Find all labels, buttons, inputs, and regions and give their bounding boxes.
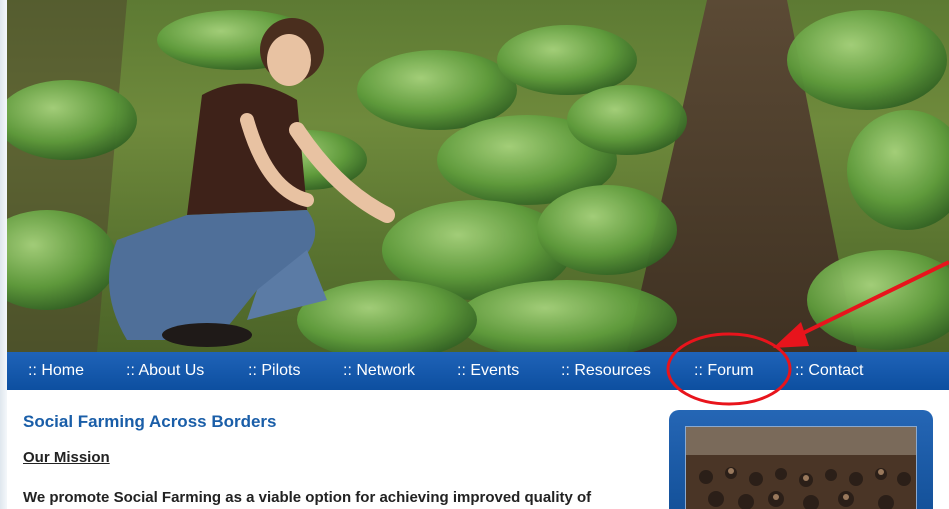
sidebar-media-box xyxy=(669,410,933,509)
nav-about-us[interactable]: :: About Us xyxy=(126,352,204,390)
nav-events[interactable]: :: Events xyxy=(457,352,519,390)
section-heading: Our Mission xyxy=(23,449,110,466)
nav-network[interactable]: :: Network xyxy=(343,352,415,390)
hero-photo xyxy=(7,0,949,352)
page: :: Home :: About Us :: Pilots :: Network… xyxy=(0,0,949,509)
intro-paragraph: We promote Social Farming as a viable op… xyxy=(23,489,592,506)
nav-pilots[interactable]: :: Pilots xyxy=(248,352,300,390)
nav-resources[interactable]: :: Resources xyxy=(561,352,651,390)
main-navigation: :: Home :: About Us :: Pilots :: Network… xyxy=(7,352,949,390)
nav-home[interactable]: :: Home xyxy=(28,352,84,390)
page-edge xyxy=(0,0,7,509)
farm-photo-illustration xyxy=(7,0,949,352)
audience-photo-illustration xyxy=(686,427,916,509)
nav-contact[interactable]: :: Contact xyxy=(795,352,863,390)
nav-forum[interactable]: :: Forum xyxy=(694,352,754,390)
page-title: Social Farming Across Borders xyxy=(23,412,277,431)
event-photo[interactable] xyxy=(685,426,917,509)
